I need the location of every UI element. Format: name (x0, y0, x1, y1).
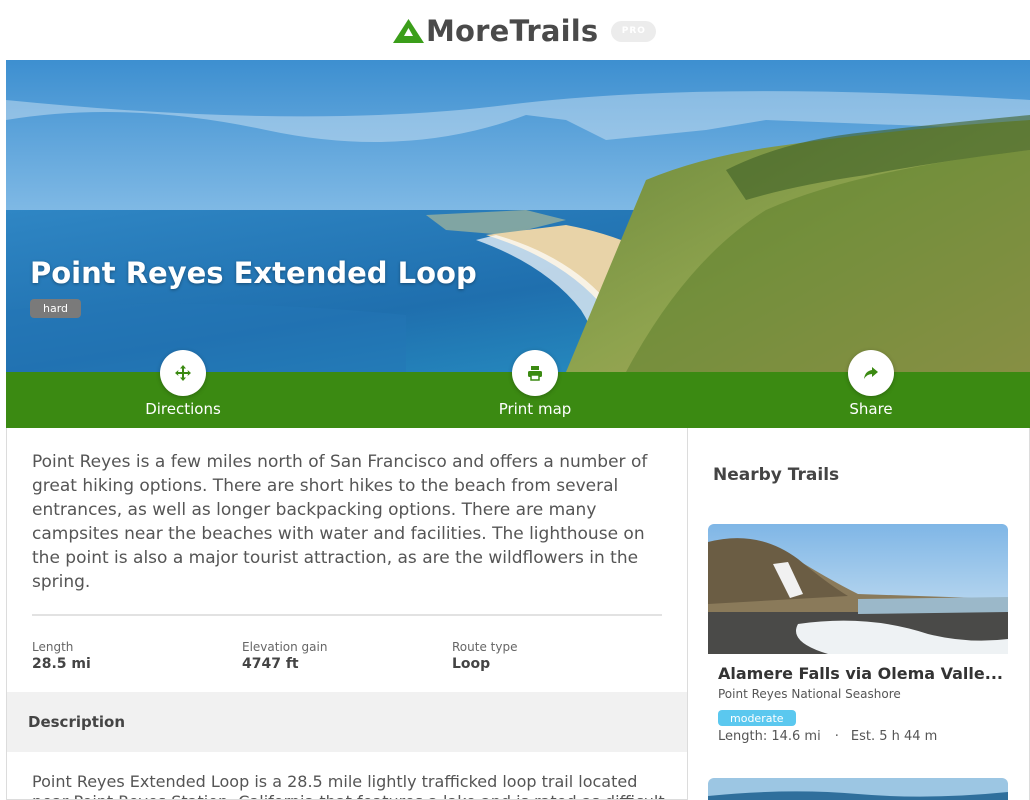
trail-thumbnail[interactable] (708, 778, 1008, 800)
move-arrows-icon (175, 365, 191, 381)
description-line: Point Reyes Extended Loop is a 28.5 mile… (32, 772, 638, 791)
difficulty-badge: hard (30, 299, 82, 318)
description-header[interactable]: Description (7, 692, 687, 752)
description-heading: Description (28, 713, 126, 731)
brand[interactable]: MoreTrails PRO (392, 14, 657, 48)
nearby-trail-difficulty: moderate (718, 710, 796, 726)
trail-thumbnail (708, 524, 1008, 654)
trail-summary: Point Reyes is a few miles north of San … (32, 452, 648, 592)
nearby-trail-park: Point Reyes National Seashore (718, 687, 901, 701)
stat-route-type-value: Loop (452, 656, 491, 672)
action-bar: Directions Print map Share (6, 350, 1030, 428)
nearby-trail-card[interactable]: Alamere Falls via Olema Valle... Point R… (708, 524, 1008, 744)
print-map-circle[interactable] (512, 350, 558, 396)
nearby-trails-panel: Nearby Trails Alamere Falls via Olema Va… (688, 428, 1030, 800)
nearby-trail-meta: Length: 14.6 mi · Est. 5 h 44 m (718, 729, 937, 744)
stat-elevation-label: Elevation gain (242, 640, 328, 654)
directions-button[interactable]: Directions (103, 350, 263, 418)
stat-route-type: Route type Loop (452, 640, 517, 672)
brand-name: MoreTrails (426, 14, 599, 48)
stat-elevation: Elevation gain 4747 ft (242, 640, 327, 672)
hero-photo (6, 60, 1030, 372)
share-label: Share (849, 400, 893, 418)
directions-circle[interactable] (160, 350, 206, 396)
printer-icon (528, 366, 542, 381)
stat-elevation-value: 4747 ft (242, 656, 299, 672)
trail-title: Point Reyes Extended Loop (30, 256, 477, 290)
meta-separator: · (834, 729, 839, 744)
description-text: Point Reyes Extended Loop is a 28.5 mile… (32, 772, 687, 799)
pro-badge: PRO (611, 20, 657, 42)
print-map-button[interactable]: Print map (455, 350, 615, 418)
share-button[interactable]: Share (791, 350, 951, 418)
nearby-trail-estimate: Est. 5 h 44 m (850, 729, 938, 744)
nearby-trail-length: Length: 14.6 mi (718, 729, 821, 744)
share-arrow-icon (864, 367, 878, 379)
trail-details-panel: Point Reyes is a few miles north of San … (6, 428, 688, 800)
top-header: MoreTrails PRO (0, 0, 1030, 60)
nearby-trail-name[interactable]: Alamere Falls via Olema Valle... (718, 664, 1004, 683)
mountain-icon (393, 19, 424, 43)
stat-length-label: Length (32, 640, 74, 654)
print-map-label: Print map (498, 400, 572, 418)
divider (32, 614, 662, 616)
nearby-trails-title: Nearby Trails (713, 465, 840, 485)
stat-route-type-label: Route type (452, 640, 518, 654)
directions-label: Directions (145, 400, 221, 418)
description-line: near Point Reyes Station, California tha… (32, 792, 687, 799)
stat-length-value: 28.5 mi (32, 656, 91, 672)
stat-length: Length 28.5 mi (32, 640, 91, 672)
share-circle[interactable] (848, 350, 894, 396)
hero-banner: Point Reyes Extended Loop hard (6, 60, 1030, 372)
